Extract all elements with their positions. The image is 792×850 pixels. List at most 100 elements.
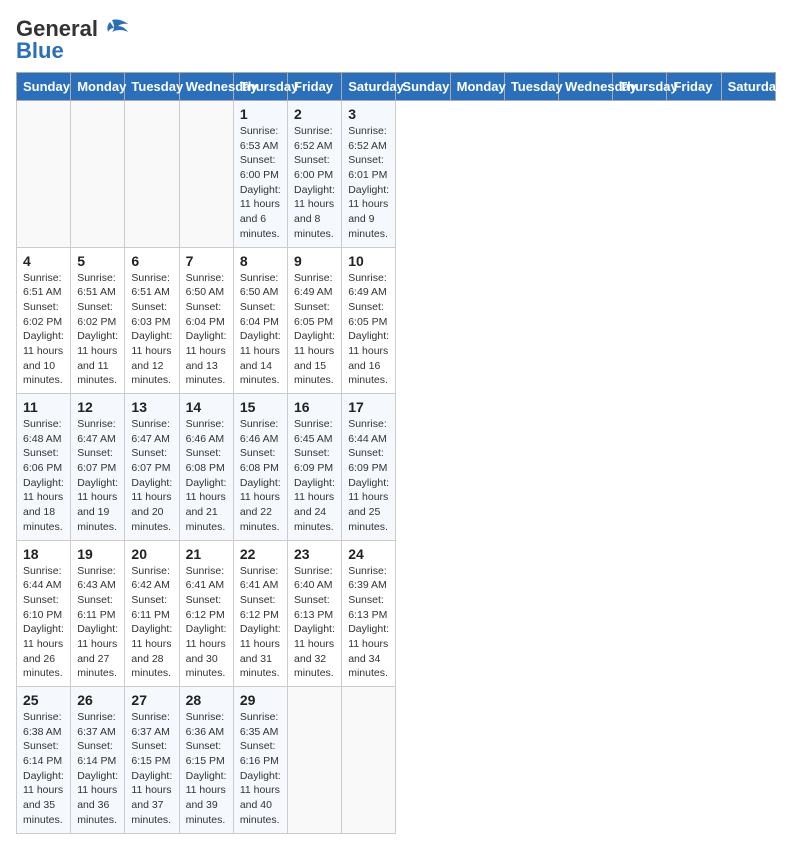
- day-info: Sunrise: 6:41 AM Sunset: 6:12 PM Dayligh…: [240, 564, 281, 682]
- header-sunday: Sunday: [17, 73, 71, 101]
- day-number: 28: [186, 692, 227, 708]
- header-day-saturday: Saturday: [721, 73, 775, 101]
- calendar-cell: [125, 101, 179, 248]
- calendar-cell: 18 Sunrise: 6:44 AM Sunset: 6:10 PM Dayli…: [17, 540, 71, 687]
- logo-blue: Blue: [16, 38, 64, 64]
- day-number: 16: [294, 399, 335, 415]
- day-info: Sunrise: 6:38 AM Sunset: 6:14 PM Dayligh…: [23, 710, 64, 828]
- day-info: Sunrise: 6:51 AM Sunset: 6:02 PM Dayligh…: [77, 271, 118, 389]
- calendar-cell: 1Sunrise: 6:53 AM Sunset: 6:00 PM Daylig…: [233, 101, 287, 248]
- calendar-cell: 17 Sunrise: 6:44 AM Sunset: 6:09 PM Dayli…: [342, 394, 396, 541]
- day-info: Sunrise: 6:42 AM Sunset: 6:11 PM Dayligh…: [131, 564, 172, 682]
- day-info: Sunrise: 6:48 AM Sunset: 6:06 PM Dayligh…: [23, 417, 64, 535]
- day-info: Sunrise: 6:44 AM Sunset: 6:10 PM Dayligh…: [23, 564, 64, 682]
- header-day-tuesday: Tuesday: [504, 73, 558, 101]
- day-number: 26: [77, 692, 118, 708]
- day-info: Sunrise: 6:45 AM Sunset: 6:09 PM Dayligh…: [294, 417, 335, 535]
- page-header: General Blue: [16, 16, 776, 64]
- day-info: Sunrise: 6:50 AM Sunset: 6:04 PM Dayligh…: [186, 271, 227, 389]
- logo: General Blue: [16, 16, 130, 64]
- day-info: Sunrise: 6:47 AM Sunset: 6:07 PM Dayligh…: [77, 417, 118, 535]
- day-number: 7: [186, 253, 227, 269]
- day-number: 9: [294, 253, 335, 269]
- day-info: Sunrise: 6:40 AM Sunset: 6:13 PM Dayligh…: [294, 564, 335, 682]
- day-number: 20: [131, 546, 172, 562]
- day-number: 4: [23, 253, 64, 269]
- day-info: Sunrise: 6:44 AM Sunset: 6:09 PM Dayligh…: [348, 417, 389, 535]
- calendar-cell: 9 Sunrise: 6:49 AM Sunset: 6:05 PM Daylig…: [288, 247, 342, 394]
- calendar-table: SundayMondayTuesdayWednesdayThursdayFrid…: [16, 72, 776, 834]
- day-info: Sunrise: 6:51 AM Sunset: 6:03 PM Dayligh…: [131, 271, 172, 389]
- header-thursday: Thursday: [233, 73, 287, 101]
- day-info: Sunrise: 6:52 AM Sunset: 6:00 PM Dayligh…: [294, 124, 335, 242]
- day-info: Sunrise: 6:37 AM Sunset: 6:15 PM Dayligh…: [131, 710, 172, 828]
- calendar-cell: 19 Sunrise: 6:43 AM Sunset: 6:11 PM Dayli…: [71, 540, 125, 687]
- day-info: Sunrise: 6:43 AM Sunset: 6:11 PM Dayligh…: [77, 564, 118, 682]
- calendar-cell: 8 Sunrise: 6:50 AM Sunset: 6:04 PM Daylig…: [233, 247, 287, 394]
- calendar-week-row: 11 Sunrise: 6:48 AM Sunset: 6:06 PM Dayli…: [17, 394, 776, 541]
- header-day-friday: Friday: [667, 73, 721, 101]
- calendar-cell: 6 Sunrise: 6:51 AM Sunset: 6:03 PM Daylig…: [125, 247, 179, 394]
- calendar-cell: 28Sunrise: 6:36 AM Sunset: 6:15 PM Dayli…: [179, 687, 233, 834]
- calendar-header-row: SundayMondayTuesdayWednesdayThursdayFrid…: [17, 73, 776, 101]
- calendar-cell: [288, 687, 342, 834]
- calendar-week-row: 1Sunrise: 6:53 AM Sunset: 6:00 PM Daylig…: [17, 101, 776, 248]
- calendar-cell: 29 Sunrise: 6:35 AM Sunset: 6:16 PM Dayli…: [233, 687, 287, 834]
- calendar-cell: 3Sunrise: 6:52 AM Sunset: 6:01 PM Daylig…: [342, 101, 396, 248]
- header-day-monday: Monday: [450, 73, 504, 101]
- day-number: 11: [23, 399, 64, 415]
- calendar-cell: 26 Sunrise: 6:37 AM Sunset: 6:14 PM Dayli…: [71, 687, 125, 834]
- day-info: Sunrise: 6:53 AM Sunset: 6:00 PM Dayligh…: [240, 124, 281, 242]
- day-number: 13: [131, 399, 172, 415]
- day-info: Sunrise: 6:50 AM Sunset: 6:04 PM Dayligh…: [240, 271, 281, 389]
- day-number: 17: [348, 399, 389, 415]
- day-info: Sunrise: 6:49 AM Sunset: 6:05 PM Dayligh…: [348, 271, 389, 389]
- header-day-sunday: Sunday: [396, 73, 450, 101]
- day-number: 29: [240, 692, 281, 708]
- day-number: 8: [240, 253, 281, 269]
- header-day-wednesday: Wednesday: [559, 73, 613, 101]
- calendar-week-row: 25 Sunrise: 6:38 AM Sunset: 6:14 PM Dayli…: [17, 687, 776, 834]
- day-info: Sunrise: 6:49 AM Sunset: 6:05 PM Dayligh…: [294, 271, 335, 389]
- day-info: Sunrise: 6:39 AM Sunset: 6:13 PM Dayligh…: [348, 564, 389, 682]
- calendar-cell: 2Sunrise: 6:52 AM Sunset: 6:00 PM Daylig…: [288, 101, 342, 248]
- day-number: 22: [240, 546, 281, 562]
- header-wednesday: Wednesday: [179, 73, 233, 101]
- day-info: Sunrise: 6:37 AM Sunset: 6:14 PM Dayligh…: [77, 710, 118, 828]
- calendar-cell: 15Sunrise: 6:46 AM Sunset: 6:08 PM Dayli…: [233, 394, 287, 541]
- day-number: 10: [348, 253, 389, 269]
- calendar-week-row: 18 Sunrise: 6:44 AM Sunset: 6:10 PM Dayli…: [17, 540, 776, 687]
- calendar-cell: 11 Sunrise: 6:48 AM Sunset: 6:06 PM Dayli…: [17, 394, 71, 541]
- logo-bird-icon: [102, 18, 130, 40]
- header-saturday: Saturday: [342, 73, 396, 101]
- calendar-cell: [179, 101, 233, 248]
- calendar-cell: 16 Sunrise: 6:45 AM Sunset: 6:09 PM Dayli…: [288, 394, 342, 541]
- day-number: 19: [77, 546, 118, 562]
- calendar-cell: 21Sunrise: 6:41 AM Sunset: 6:12 PM Dayli…: [179, 540, 233, 687]
- day-number: 14: [186, 399, 227, 415]
- calendar-cell: 14 Sunrise: 6:46 AM Sunset: 6:08 PM Dayli…: [179, 394, 233, 541]
- calendar-cell: 10 Sunrise: 6:49 AM Sunset: 6:05 PM Dayli…: [342, 247, 396, 394]
- calendar-cell: 13Sunrise: 6:47 AM Sunset: 6:07 PM Dayli…: [125, 394, 179, 541]
- day-number: 5: [77, 253, 118, 269]
- calendar-cell: [17, 101, 71, 248]
- day-number: 6: [131, 253, 172, 269]
- calendar-cell: 25 Sunrise: 6:38 AM Sunset: 6:14 PM Dayli…: [17, 687, 71, 834]
- header-day-thursday: Thursday: [613, 73, 667, 101]
- calendar-cell: 5 Sunrise: 6:51 AM Sunset: 6:02 PM Daylig…: [71, 247, 125, 394]
- day-number: 12: [77, 399, 118, 415]
- day-info: Sunrise: 6:51 AM Sunset: 6:02 PM Dayligh…: [23, 271, 64, 389]
- day-number: 23: [294, 546, 335, 562]
- day-info: Sunrise: 6:52 AM Sunset: 6:01 PM Dayligh…: [348, 124, 389, 242]
- calendar-cell: 24Sunrise: 6:39 AM Sunset: 6:13 PM Dayli…: [342, 540, 396, 687]
- calendar-cell: 12 Sunrise: 6:47 AM Sunset: 6:07 PM Dayli…: [71, 394, 125, 541]
- day-info: Sunrise: 6:46 AM Sunset: 6:08 PM Dayligh…: [186, 417, 227, 535]
- calendar-cell: 27Sunrise: 6:37 AM Sunset: 6:15 PM Dayli…: [125, 687, 179, 834]
- calendar-cell: 20 Sunrise: 6:42 AM Sunset: 6:11 PM Dayli…: [125, 540, 179, 687]
- day-info: Sunrise: 6:35 AM Sunset: 6:16 PM Dayligh…: [240, 710, 281, 828]
- day-number: 21: [186, 546, 227, 562]
- calendar-cell: [342, 687, 396, 834]
- day-number: 18: [23, 546, 64, 562]
- header-friday: Friday: [288, 73, 342, 101]
- day-number: 25: [23, 692, 64, 708]
